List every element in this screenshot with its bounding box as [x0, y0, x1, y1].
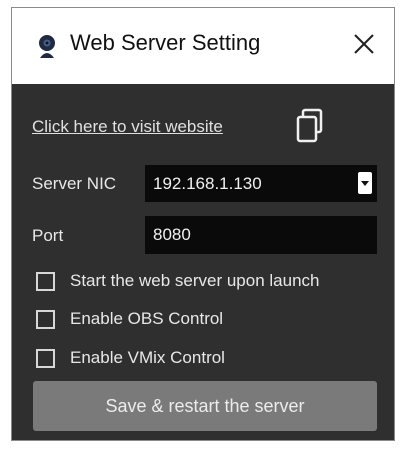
obs-control-checkbox[interactable]	[36, 309, 55, 329]
settings-panel: Click here to visit website Server NIC 1…	[12, 84, 394, 440]
start-on-launch-checkbox[interactable]	[36, 271, 55, 291]
option-vmix-control[interactable]: Enable VMix Control	[36, 346, 225, 370]
window-title: Web Server Setting	[70, 30, 261, 55]
chevron-down-icon[interactable]	[358, 172, 372, 194]
web-server-setting-window: Web Server Setting Click here to visit w…	[11, 7, 395, 441]
vmix-control-checkbox[interactable]	[36, 348, 55, 368]
save-restart-button[interactable]: Save & restart the server	[33, 381, 377, 431]
option-obs-control[interactable]: Enable OBS Control	[36, 307, 223, 331]
server-nic-label: Server NIC	[32, 174, 117, 193]
server-nic-value: 192.168.1.130	[153, 173, 262, 193]
port-input[interactable]: 8080	[145, 216, 377, 254]
copy-icon[interactable]	[294, 107, 328, 145]
server-nic-select[interactable]: 192.168.1.130	[145, 165, 377, 202]
option-label: Enable VMix Control	[70, 348, 225, 367]
option-label: Start the web server upon launch	[70, 271, 320, 290]
titlebar: Web Server Setting	[12, 8, 394, 84]
visit-website-link[interactable]: Click here to visit website	[32, 117, 223, 137]
port-value: 8080	[153, 225, 191, 244]
port-label: Port	[32, 226, 64, 245]
close-icon[interactable]	[348, 28, 380, 60]
webcam-icon	[39, 35, 55, 58]
option-start-on-launch[interactable]: Start the web server upon launch	[36, 269, 319, 293]
option-label: Enable OBS Control	[70, 309, 224, 328]
